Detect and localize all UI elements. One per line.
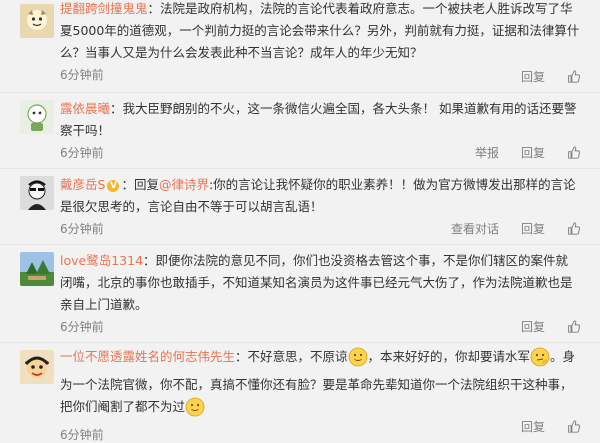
thumbs-up-icon [568,222,580,235]
comment-actions: 回复 [521,318,580,335]
username-link[interactable]: 戴彦岳S [60,177,105,192]
timestamp: 6分钟前 [60,320,104,334]
comment-text: 戴彦岳S V ：回复@律诗界:你的言论让我怀疑你的职业素养！！做为官方微博发出那样的… [60,177,576,214]
reply-button[interactable]: 回复 [521,318,545,335]
timestamp: 6分钟前 [60,68,104,82]
username-link[interactable]: 露依晨曦 [60,101,110,116]
comment-text: 一位不愿透露姓名的何志伟先生：不好意思，不原谅 ，本来好好的，你却要请水军 。身为一… [60,346,580,424]
verified-badge-icon: V [107,180,120,192]
avatar-image [20,252,54,286]
username-link[interactable]: 提翻跨剑撞鬼鬼 [60,1,148,16]
comment-item: 提翻跨剑撞鬼鬼：法院是政府机构，法院的言论代表着政府意志。一个被扶老人胜诉改写了… [0,0,600,93]
comment-body: love鹭岛1314：即便你法院的意见不同，你们也没资格去管这个事，不是你们辖区… [60,250,580,335]
comment-actions: 回复 [521,418,580,435]
comment-feed: 提翻跨剑撞鬼鬼：法院是政府机构，法院的言论代表着政府意志。一个被扶老人胜诉改写了… [0,0,600,442]
reply-button[interactable]: 回复 [521,144,545,161]
username-link[interactable]: 一位不愿透露姓名的何志伟先生 [60,349,235,364]
report-button[interactable]: 举报 [475,144,499,161]
avatar[interactable] [20,176,54,210]
timestamp: 6分钟前 [60,428,104,442]
like-button[interactable] [567,320,580,333]
comment-text: 提翻跨剑撞鬼鬼：法院是政府机构，法院的言论代表着政府意志。一个被扶老人胜诉改写了… [60,1,580,60]
avatar[interactable] [20,4,54,38]
thumbs-up-icon [568,70,580,83]
like-button[interactable] [567,70,580,83]
like-button[interactable] [567,146,580,159]
avatar-image [20,350,54,384]
reply-button[interactable]: 回复 [521,418,545,435]
comment-actions: 回复 [521,68,580,85]
avatar-image [20,4,54,38]
comment-text: 露依晨曦：我大臣野朗别的不火，这一条微信火遍全国，各大头条！ 如果道歉有用的话还… [60,101,577,138]
like-button[interactable] [567,420,580,433]
thumbs-up-icon [568,320,580,333]
thinking-face-emoji-icon [530,347,550,374]
comment-body: 一位不愿透露姓名的何志伟先生：不好意思，不原谅 ，本来好好的，你却要请水军 。身为一… [60,346,580,443]
comment-item: love鹭岛1314：即便你法院的意见不同，你们也没资格去管这个事，不是你们辖区… [0,244,600,343]
comment-item: 露依晨曦：我大臣野朗别的不火，这一条微信火遍全国，各大头条！ 如果道歉有用的话还… [0,92,600,169]
avatar[interactable] [20,100,54,134]
comment-text: love鹭岛1314：即便你法院的意见不同，你们也没资格去管这个事，不是你们辖区… [60,253,573,312]
like-button[interactable] [567,222,580,235]
reply-button[interactable]: 回复 [521,68,545,85]
thumbs-up-icon [568,146,580,159]
comment-body: 提翻跨剑撞鬼鬼：法院是政府机构，法院的言论代表着政府意志。一个被扶老人胜诉改写了… [60,0,580,83]
thumbs-up-icon [568,420,580,433]
comment-actions: 举报 回复 [475,144,580,161]
avatar-image [20,100,54,134]
mention-link[interactable]: @律诗界 [159,177,209,192]
comment-item: 戴彦岳S V ：回复@律诗界:你的言论让我怀疑你的职业素养！！做为官方微博发出那样的… [0,168,600,245]
username-link[interactable]: love鹭岛1314 [60,253,143,268]
smiley-face-emoji-icon [185,397,205,424]
reply-button[interactable]: 回复 [521,220,545,237]
avatar[interactable] [20,350,54,384]
avatar[interactable] [20,252,54,286]
comment-item: 一位不愿透露姓名的何志伟先生：不好意思，不原谅 ，本来好好的，你却要请水军 。身为一… [0,342,600,442]
smiley-face-emoji-icon [348,347,368,374]
view-conversation-button[interactable]: 查看对话 [451,220,499,237]
avatar-image [20,176,54,210]
comment-actions: 查看对话 回复 [451,220,580,237]
